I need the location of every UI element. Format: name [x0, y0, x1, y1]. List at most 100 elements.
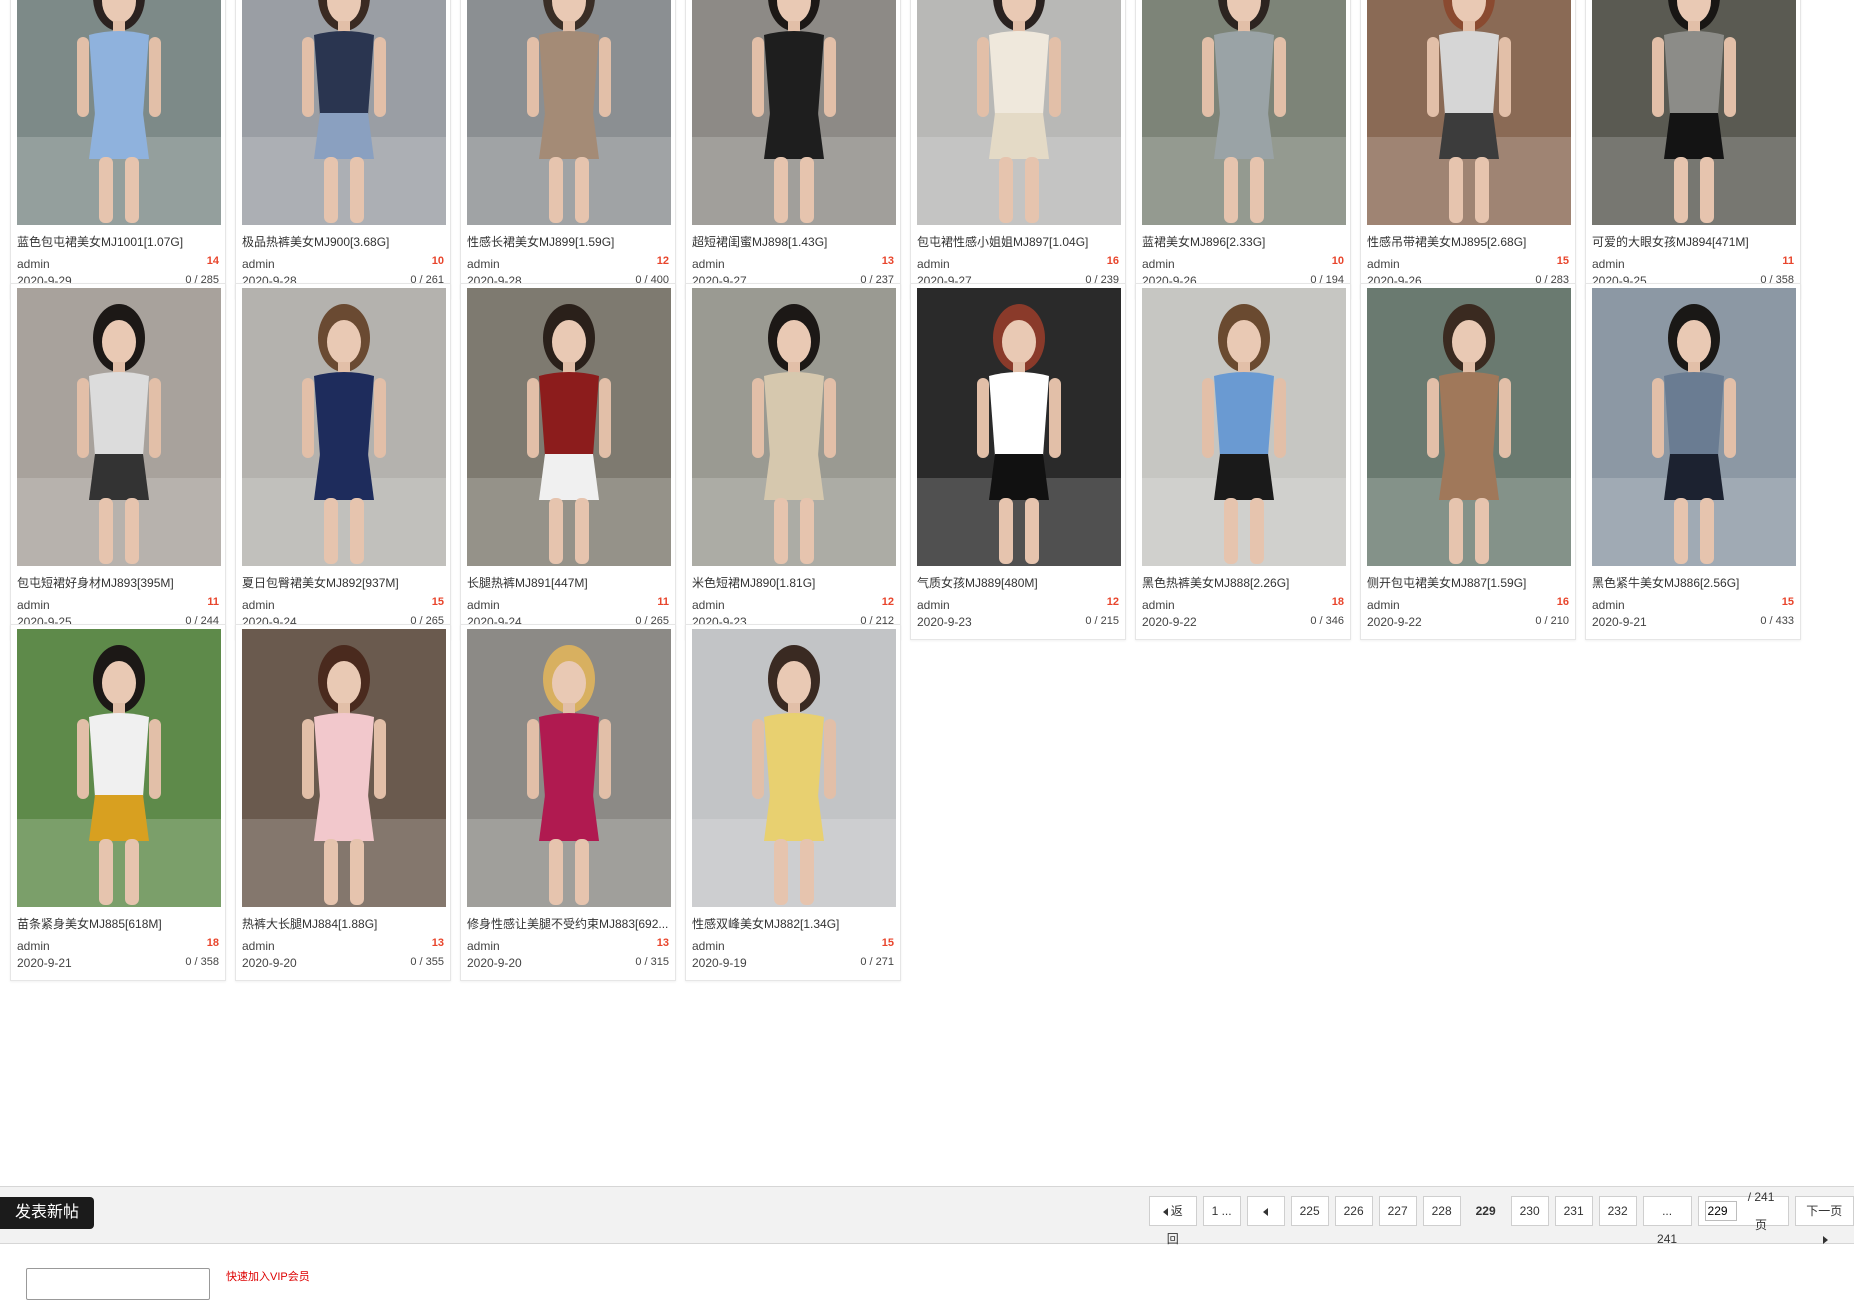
post-author[interactable]: admin: [1592, 257, 1625, 271]
post-title[interactable]: 热裤大长腿MJ884[1.88G]: [242, 915, 446, 931]
post-thumbnail[interactable]: [17, 288, 221, 566]
post-thumbnail[interactable]: [467, 629, 671, 907]
reply-count: 15: [881, 937, 894, 949]
post-title[interactable]: 米色短裙MJ890[1.81G]: [692, 574, 896, 590]
post-author[interactable]: admin: [242, 939, 275, 953]
view-count: 0 / 315: [635, 956, 669, 968]
post-date: 2020-9-20: [467, 956, 522, 970]
post-author[interactable]: admin: [1142, 257, 1175, 271]
post-thumbnail[interactable]: [917, 288, 1121, 566]
post-author[interactable]: admin: [17, 257, 50, 271]
post-author[interactable]: admin: [467, 598, 500, 612]
post-author[interactable]: admin: [917, 598, 950, 612]
view-count: 0 / 358: [185, 956, 219, 968]
post-thumbnail[interactable]: [467, 0, 671, 225]
post-title[interactable]: 长腿热裤MJ891[447M]: [467, 574, 671, 590]
post-thumbnail[interactable]: [917, 0, 1121, 225]
post-date: 2020-9-21: [1592, 615, 1647, 629]
page-current: 229: [1475, 1204, 1496, 1218]
post-title[interactable]: 包屯裙性感小姐姐MJ897[1.04G]: [917, 233, 1121, 249]
page-link-225[interactable]: 225: [1290, 1196, 1329, 1226]
post-thumbnail[interactable]: [692, 288, 896, 566]
post-title[interactable]: 性感吊带裙美女MJ895[2.68G]: [1367, 233, 1571, 249]
prev-arrow-icon: [1263, 1207, 1269, 1216]
post-title[interactable]: 蓝色包屯裙美女MJ1001[1.07G]: [17, 233, 221, 249]
post-card: 气质女孩MJ889[480M] admin 12 2020-9-23 0 / 215: [910, 283, 1126, 640]
page-link-230[interactable]: 230: [1510, 1196, 1549, 1226]
reply-count: 10: [1331, 255, 1344, 267]
post-title[interactable]: 可爱的大眼女孩MJ894[471M]: [1592, 233, 1796, 249]
page-link-226[interactable]: 226: [1334, 1196, 1373, 1226]
post-thumbnail[interactable]: [17, 0, 221, 225]
page-link-227[interactable]: 227: [1378, 1196, 1417, 1226]
post-card: 性感双峰美女MJ882[1.34G] admin 15 2020-9-19 0 / 27…: [685, 624, 901, 981]
post-author[interactable]: admin: [467, 257, 500, 271]
reply-count: 11: [207, 596, 219, 608]
post-title[interactable]: 性感长裙美女MJ899[1.59G]: [467, 233, 671, 249]
post-title[interactable]: 包屯短裙好身材MJ893[395M]: [17, 574, 221, 590]
footer-vip-note[interactable]: 快速加入VIP会员: [226, 1268, 310, 1284]
post-title[interactable]: 黑色热裤美女MJ888[2.26G]: [1142, 574, 1346, 590]
page-first-link[interactable]: 1 ...: [1202, 1196, 1241, 1226]
post-author[interactable]: admin: [467, 939, 500, 953]
new-post-button[interactable]: 发表新帖: [0, 1197, 94, 1229]
post-author[interactable]: admin: [1367, 257, 1400, 271]
post-author[interactable]: admin: [242, 598, 275, 612]
post-title[interactable]: 苗条紧身美女MJ885[618M]: [17, 915, 221, 931]
post-thumbnail[interactable]: [242, 288, 446, 566]
page-link-228[interactable]: 228: [1422, 1196, 1461, 1226]
next-page-button[interactable]: 下一页: [1794, 1196, 1854, 1244]
reply-count: 18: [1331, 596, 1344, 608]
post-title[interactable]: 超短裙闺蜜MJ898[1.43G]: [692, 233, 896, 249]
post-thumbnail[interactable]: [242, 0, 446, 225]
post-thumbnail[interactable]: [17, 629, 221, 907]
page-last-link[interactable]: ... 241: [1642, 1196, 1692, 1246]
post-author[interactable]: admin: [692, 598, 725, 612]
post-title[interactable]: 极品热裤美女MJ900[3.68G]: [242, 233, 446, 249]
post-title[interactable]: 夏日包臀裙美女MJ892[937M]: [242, 574, 446, 590]
post-thumbnail[interactable]: [242, 629, 446, 907]
post-thumbnail[interactable]: [1592, 288, 1796, 566]
post-card: 性感吊带裙美女MJ895[2.68G] admin 15 2020-9-26 0 / 2…: [1360, 0, 1576, 299]
post-title[interactable]: 气质女孩MJ889[480M]: [917, 574, 1121, 590]
post-title[interactable]: 修身性感让美腿不受约束MJ883[692...: [467, 915, 671, 931]
reply-count: 11: [657, 596, 669, 608]
post-thumbnail[interactable]: [467, 288, 671, 566]
reply-count: 15: [1556, 255, 1569, 267]
post-thumbnail[interactable]: [1592, 0, 1796, 225]
post-thumbnail[interactable]: [692, 0, 896, 225]
post-author[interactable]: admin: [917, 257, 950, 271]
post-thumbnail[interactable]: [1367, 0, 1571, 225]
page-link-232[interactable]: 232: [1598, 1196, 1637, 1226]
post-author[interactable]: admin: [1367, 598, 1400, 612]
post-author[interactable]: admin: [17, 939, 50, 953]
post-title[interactable]: 性感双峰美女MJ882[1.34G]: [692, 915, 896, 931]
post-card: 包屯短裙好身材MJ893[395M] admin 11 2020-9-25 0 / 24…: [10, 283, 226, 640]
page-link-231[interactable]: 231: [1554, 1196, 1593, 1226]
reply-count: 18: [206, 937, 219, 949]
footer-search-box[interactable]: [26, 1268, 210, 1300]
post-card: 黑色紧牛美女MJ886[2.56G] admin 15 2020-9-21 0 / 43…: [1585, 283, 1801, 640]
back-button[interactable]: 返回: [1149, 1196, 1197, 1246]
reply-count: 13: [656, 937, 669, 949]
post-author[interactable]: admin: [1142, 598, 1175, 612]
post-card: 热裤大长腿MJ884[1.88G] admin 13 2020-9-20 0 / 355: [235, 624, 451, 981]
post-title[interactable]: 侧开包屯裙美女MJ887[1.59G]: [1367, 574, 1571, 590]
post-title[interactable]: 蓝裙美女MJ896[2.33G]: [1142, 233, 1346, 249]
post-title[interactable]: 黑色紧牛美女MJ886[2.56G]: [1592, 574, 1796, 590]
post-author[interactable]: admin: [692, 257, 725, 271]
reply-count: 15: [431, 596, 444, 608]
page-jump-input[interactable]: [1704, 1201, 1737, 1221]
post-thumbnail[interactable]: [1142, 288, 1346, 566]
post-author[interactable]: admin: [17, 598, 50, 612]
post-author[interactable]: admin: [1592, 598, 1625, 612]
post-card: 极品热裤美女MJ900[3.68G] admin 10 2020-9-28 0 / 26…: [235, 0, 451, 299]
prev-page-button[interactable]: [1246, 1196, 1285, 1226]
post-author[interactable]: admin: [692, 939, 725, 953]
post-thumbnail[interactable]: [1367, 288, 1571, 566]
post-author[interactable]: admin: [242, 257, 275, 271]
post-thumbnail[interactable]: [692, 629, 896, 907]
post-thumbnail[interactable]: [1142, 0, 1346, 225]
post-date: 2020-9-22: [1142, 615, 1197, 629]
reply-count: 10: [431, 255, 444, 267]
